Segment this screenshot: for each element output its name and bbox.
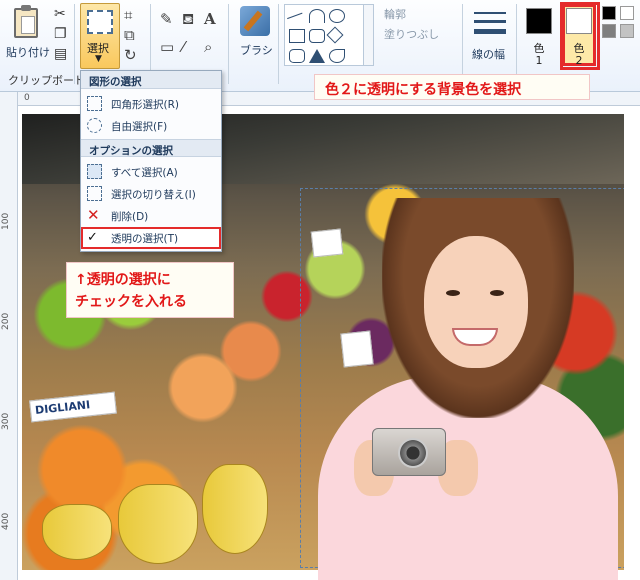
menu-item-label: 自由選択(F) <box>111 121 168 133</box>
color-picker-icon[interactable]: ⁄ <box>182 38 185 56</box>
outline-label[interactable]: 輪郭 <box>384 6 406 22</box>
rect-select-icon <box>87 96 102 111</box>
palette-color[interactable] <box>602 6 616 20</box>
copy-icon[interactable]: ❐ <box>54 26 67 42</box>
separator <box>228 4 229 84</box>
menu-item-invert-select[interactable]: 選択の切り替え(I) <box>81 183 221 205</box>
separator <box>278 4 279 84</box>
ruler-mark: 100 <box>1 212 11 230</box>
brush-icon <box>240 6 270 36</box>
width-line-icon <box>474 20 506 23</box>
ruler-mark: 400 <box>1 512 11 530</box>
line-width-label: 線の幅 <box>472 48 505 61</box>
cut-icon[interactable]: ✂ <box>54 6 66 22</box>
woman-face <box>424 236 528 368</box>
fruit-sign: DIGLIANI <box>29 391 117 423</box>
delete-icon: ✕ <box>87 206 100 224</box>
magnifier-icon[interactable]: ⌕ <box>204 38 212 56</box>
free-select-icon <box>87 118 102 133</box>
menu-item-rect-select[interactable]: 四角形選択(R) <box>81 93 221 115</box>
annotation-left-line1: ↑透明の選択に <box>75 272 171 288</box>
color2-highlight-frame <box>560 2 600 70</box>
camera-lens <box>398 438 428 468</box>
resize-icon[interactable]: ⧉ <box>124 26 135 44</box>
width-line-icon <box>474 29 506 34</box>
paste-format-icon[interactable]: ▤ <box>54 46 67 62</box>
separator <box>462 4 463 84</box>
color1-swatch <box>526 8 552 34</box>
select-all-icon <box>87 164 102 179</box>
menu-section-shape: 図形の選択 <box>81 71 221 89</box>
oval-shape-icon[interactable] <box>329 9 345 23</box>
menu-item-delete[interactable]: ✕ 削除(D) <box>81 205 221 227</box>
palette-color[interactable] <box>620 6 634 20</box>
select-button[interactable]: 選択 ▼ <box>80 3 120 69</box>
color1-button[interactable]: 色 1 <box>522 4 556 67</box>
paste-label: 貼り付け <box>6 46 50 59</box>
polygon-shape-icon[interactable] <box>289 49 305 63</box>
text-tool-icon[interactable]: A <box>204 10 216 28</box>
ruler-mark: 200 <box>1 312 11 330</box>
separator <box>74 4 75 84</box>
shapes-gallery[interactable] <box>284 4 374 66</box>
fill-bucket-icon[interactable]: ⛾ <box>182 10 194 28</box>
diamond-shape-icon[interactable] <box>326 26 344 44</box>
select-rect-icon <box>87 10 113 34</box>
menu-section-options: オプションの選択 <box>81 139 221 157</box>
brush-button[interactable]: ブラシ <box>236 4 274 64</box>
menu-item-transparent-select[interactable]: ✓ 透明の選択(T) <box>81 227 221 249</box>
menu-item-label: 選択の切り替え(I) <box>111 189 196 201</box>
annotation-left-note: ↑透明の選択に チェックを入れる <box>66 262 234 318</box>
menu-item-label: すべて選択(A) <box>111 167 178 179</box>
bananas <box>42 504 112 560</box>
line-width-button[interactable]: 線の幅 <box>470 4 510 66</box>
invert-select-icon <box>87 186 102 201</box>
pencil-icon[interactable]: ✎ <box>160 10 173 28</box>
palette-color[interactable] <box>620 24 634 38</box>
check-icon: ✓ <box>87 230 98 245</box>
vertical-ruler: 100 200 300 400 <box>0 92 18 580</box>
rotate-icon[interactable]: ↻ <box>124 46 137 64</box>
woman-eye <box>446 290 460 296</box>
brush-label: ブラシ <box>240 44 273 57</box>
shapes-scrollbar[interactable] <box>363 5 373 65</box>
callout-shape-icon[interactable] <box>329 49 345 63</box>
annotation-left-line2: チェックを入れる <box>75 294 187 310</box>
curve-shape-icon[interactable] <box>309 9 325 23</box>
palette-color[interactable] <box>602 24 616 38</box>
woman-eye <box>490 290 504 296</box>
chevron-down-icon: ▼ <box>95 54 102 64</box>
separator <box>516 4 517 84</box>
ruler-mark: 0 <box>24 93 30 103</box>
ruler-mark: 300 <box>1 412 11 430</box>
paste-button[interactable]: 貼り付け <box>4 4 50 66</box>
menu-item-free-select[interactable]: 自由選択(F) <box>81 115 221 137</box>
crop-icon[interactable]: ⌗ <box>124 6 132 24</box>
fill-label[interactable]: 塗りつぶし <box>384 26 439 42</box>
clipboard-icon <box>14 5 38 38</box>
triangle-shape-icon[interactable] <box>309 49 325 63</box>
annotation-top-note: 色２に透明にする背景色を選択 <box>314 74 590 100</box>
bananas <box>118 484 198 564</box>
eraser-icon[interactable]: ▭ <box>160 38 174 56</box>
menu-item-select-all[interactable]: すべて選択(A) <box>81 161 221 183</box>
bananas <box>202 464 268 554</box>
width-line-icon <box>474 12 506 14</box>
rectangle-shape-icon[interactable] <box>289 29 305 43</box>
menu-item-label: 削除(D) <box>111 211 149 223</box>
select-dropdown-menu: 図形の選択 四角形選択(R) 自由選択(F) オプションの選択 すべて選択(A)… <box>80 70 222 252</box>
menu-item-label: 四角形選択(R) <box>111 99 179 111</box>
color1-number: 1 <box>535 54 543 67</box>
menu-item-label: 透明の選択(T) <box>111 233 179 245</box>
rounded-rectangle-shape-icon[interactable] <box>309 29 325 43</box>
